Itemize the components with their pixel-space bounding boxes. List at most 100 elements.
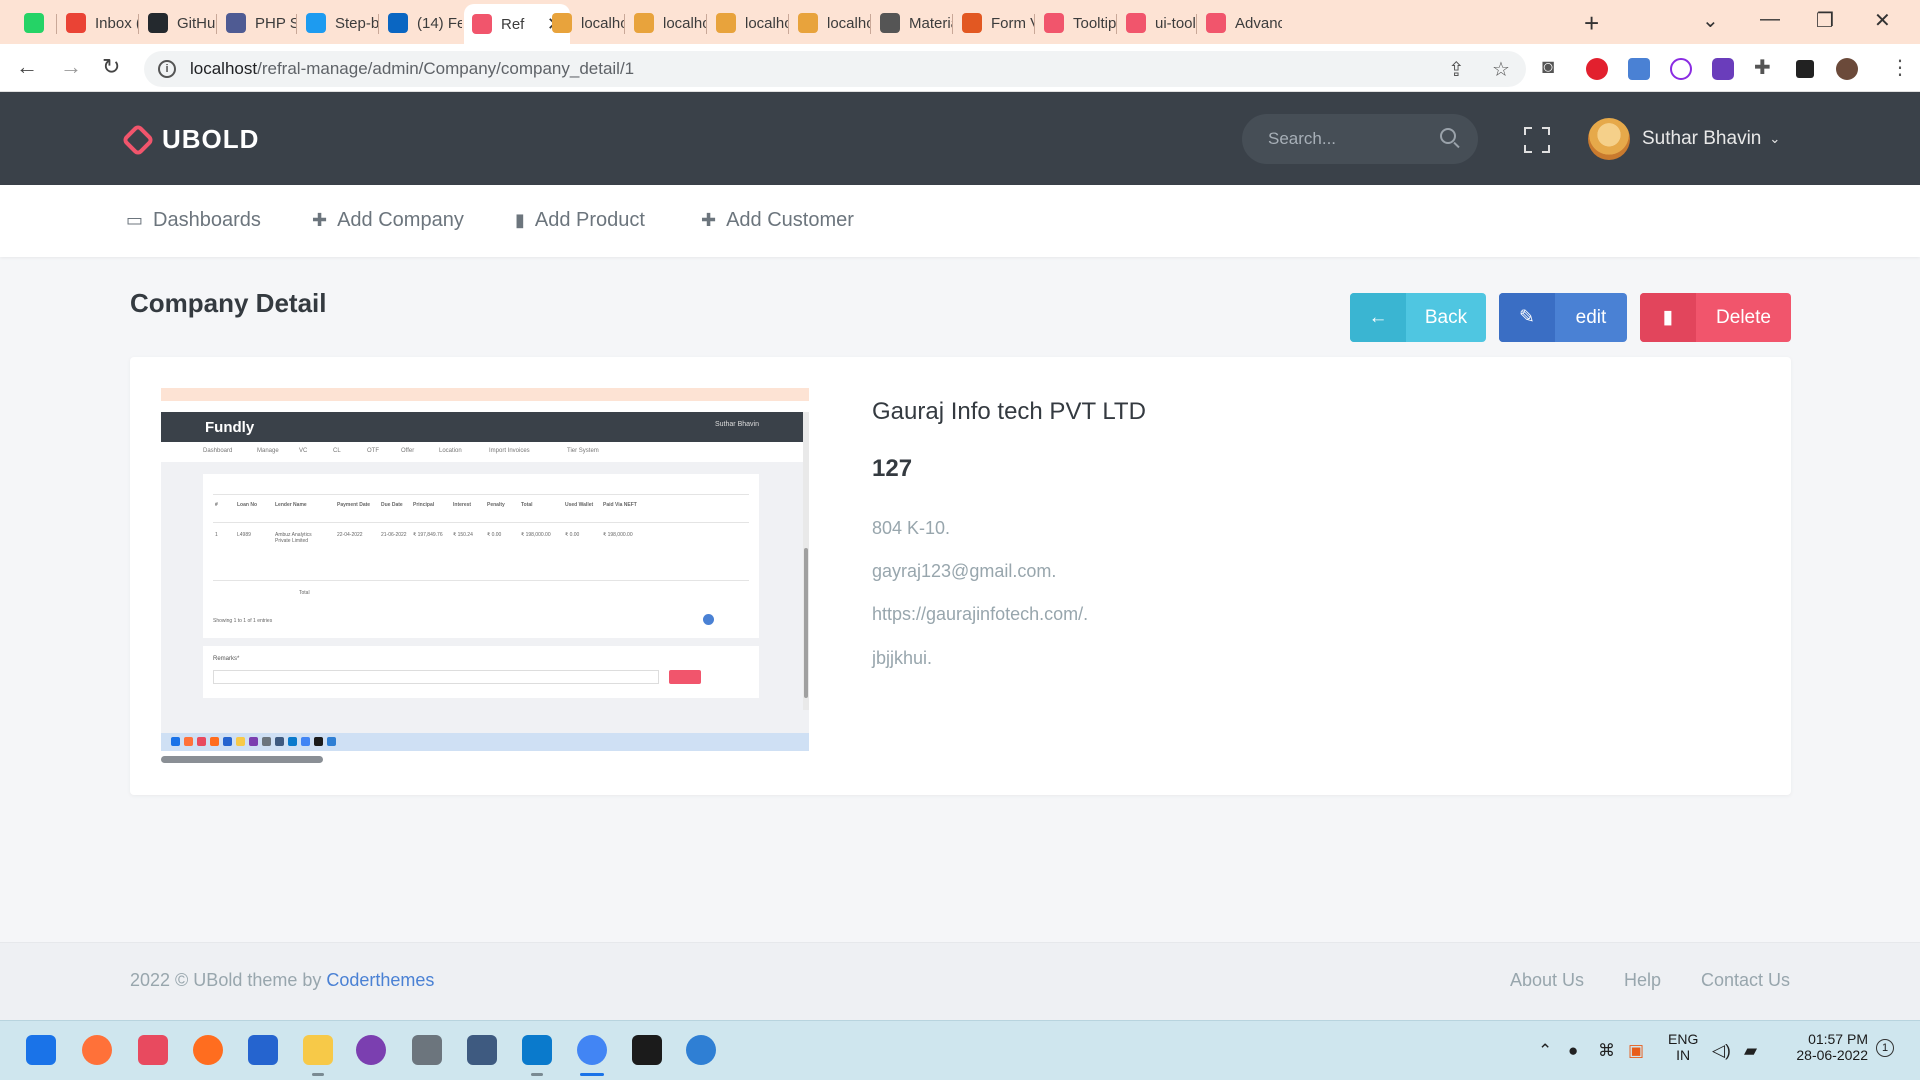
brand-logo[interactable]: UBOLD [121,122,259,157]
thumbnail-topbar: Fundly Suthar Bhavin [161,412,803,442]
menu-item-add-customer[interactable]: ✚ Add Customer [701,209,854,232]
address-bar[interactable]: i localhost/refral-manage/admin/Company/… [144,51,1526,87]
browser-tab[interactable]: ui-tool [1118,6,1196,40]
browser-tab-label: PHP Sa [255,14,296,32]
search-icon[interactable] [1440,128,1456,144]
new-tab-button[interactable]: + [1584,8,1599,39]
site-info-icon[interactable]: i [158,60,176,78]
delete-button[interactable]: ▮ Delete [1640,293,1791,342]
thumbnail-taskbar-icon [314,737,323,746]
battery-icon[interactable]: ▰ [1744,1041,1757,1061]
cloud-icon[interactable] [686,1035,716,1065]
menu-item-add-product[interactable]: ▮ Add Product [515,209,645,232]
running-indicator [312,1073,324,1076]
thumbnail-menu-item: CL [333,448,341,454]
github-desktop-icon[interactable] [356,1035,386,1065]
side-panel-icon[interactable] [1796,60,1814,78]
whatsapp-icon [24,13,44,33]
translate-icon[interactable] [1628,58,1650,80]
browser-tab[interactable]: Inbox ( [58,6,138,40]
bookmark-star-icon[interactable]: ☆ [1492,57,1510,82]
maximize-icon[interactable]: ❐ [1816,8,1834,33]
windows-start-icon[interactable] [26,1035,56,1065]
chrome-icon[interactable] [577,1035,607,1065]
browser-tab[interactable]: localho [708,6,788,40]
back-arrow-icon[interactable]: ← [16,54,38,80]
thumbnail-table-cell: 22-04-2022 [337,532,363,538]
sticky-notes-icon[interactable] [632,1035,662,1065]
minimize-icon[interactable]: — [1760,8,1780,31]
puzzle-icon[interactable]: ✚ [1754,55,1771,80]
thumbnail-table-header: Used Wallet [565,502,594,508]
edit-button[interactable]: ✎ edit [1499,293,1627,342]
browser-tab[interactable]: Form V [954,6,1034,40]
footer-author-link[interactable]: Coderthemes [326,970,434,990]
ubold-logo-icon [121,122,155,157]
vscode-icon[interactable] [522,1035,552,1065]
footer-link-contact[interactable]: Contact Us [1701,970,1790,991]
browser-tab[interactable]: Advanc [1198,6,1282,40]
back-button[interactable]: ← Back [1350,293,1486,342]
reload-icon[interactable]: ↻ [102,54,120,80]
image-horizontal-scrollbar[interactable] [161,756,323,763]
kebab-menu-icon[interactable]: ⋮ [1890,55,1910,80]
browser-tab[interactable]: PHP Sa [218,6,296,40]
browser-tab[interactable]: Tooltip [1036,6,1116,40]
browser-tab[interactable]: localho [790,6,870,40]
profile-avatar-icon[interactable] [1836,58,1858,80]
block-icon[interactable] [1670,58,1692,80]
firefox-icon[interactable] [82,1035,112,1065]
browser-tab[interactable] [16,6,50,40]
xampp-icon[interactable]: ▣ [1628,1041,1644,1061]
thumbnail-showing-text: Showing 1 to 1 of 1 entries [213,618,273,624]
footer-link-help[interactable]: Help [1624,970,1661,991]
tray-app-icon[interactable]: ● [1568,1041,1578,1061]
menu-item-label: Add Customer [726,209,854,231]
menu-item-dashboards[interactable]: ▭ Dashboards [126,209,261,232]
fullscreen-icon[interactable] [1524,127,1550,153]
back-button-label: Back [1424,306,1468,328]
tab-separator [56,14,57,34]
thumbnail-menu-item: Dashboard [203,448,233,454]
tab-search-icon[interactable]: ⌄ [1702,8,1719,33]
thumbnail-table-header: Interest [453,502,472,508]
thumbnail-taskbar [161,733,809,751]
adblock-icon[interactable] [1586,58,1608,80]
thumbnail-tab-strip [161,388,809,401]
material-icon [880,13,900,33]
clock[interactable]: 01:57 PM 28-06-2022 [1788,1031,1868,1063]
browser-tab-label: localho [745,14,788,32]
browser-tab[interactable]: Step-by [298,6,378,40]
network-icon[interactable]: ⌘ [1598,1041,1615,1061]
browser-tab[interactable]: localho [544,6,624,40]
menu-item-add-company[interactable]: ✚ Add Company [312,209,464,232]
snipping-tool-icon[interactable] [138,1035,168,1065]
browser-tab[interactable]: localho [626,6,706,40]
browser-tab[interactable]: Materia [872,6,952,40]
camera-icon[interactable]: ◙ [1542,56,1554,79]
thumbnail-taskbar-icon [223,737,232,746]
notification-count[interactable]: 1 [1876,1039,1894,1057]
footer-link-about[interactable]: About Us [1510,970,1584,991]
todo-icon[interactable] [248,1035,278,1065]
thumbnail-table-cell: ₹ 198,000.00 [521,532,551,538]
browser-tab[interactable]: GitHub [140,6,216,40]
chevron-up-icon[interactable]: ⌃ [1538,1041,1552,1061]
file-explorer-icon[interactable] [303,1035,333,1065]
thumbnail-menu-item: Manage [257,448,279,454]
extension-color-icon[interactable] [1712,58,1734,80]
search-input[interactable] [1268,129,1428,149]
postman-icon[interactable] [193,1035,223,1065]
forward-arrow-icon[interactable]: → [60,54,82,80]
thumbnail-taskbar-icon [210,737,219,746]
user-dropdown[interactable]: Suthar Bhavin ⌄ [1588,118,1780,160]
mysql-workbench-icon[interactable] [467,1035,497,1065]
close-window-icon[interactable]: ✕ [1874,8,1891,33]
edit-button-label: edit [1575,306,1607,328]
browser-tab[interactable]: (14) Fee [380,6,462,40]
share-icon[interactable]: ⇪ [1448,57,1465,82]
language-indicator[interactable]: ENG IN [1668,1031,1698,1063]
volume-icon[interactable]: ◁) [1712,1041,1731,1061]
user-name: Suthar Bhavin [1642,128,1762,149]
calculator-icon[interactable] [412,1035,442,1065]
